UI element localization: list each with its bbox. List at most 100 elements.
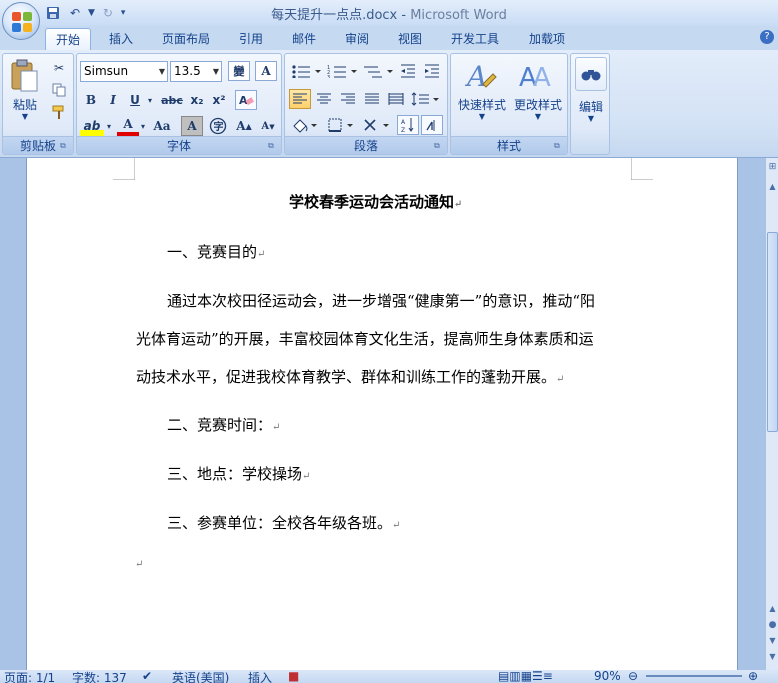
proofing-icon[interactable]: ✔ xyxy=(142,669,152,683)
align-right-icon[interactable] xyxy=(337,89,359,109)
document-title[interactable]: 学校春季运动会活动通知↵ xyxy=(289,191,462,212)
doc-heading-time[interactable]: 二、竞赛时间：↵ xyxy=(167,414,280,435)
clipboard-launcher-icon[interactable]: ⧉ xyxy=(60,141,70,151)
underline-dropdown-icon[interactable]: ▾ xyxy=(146,90,154,110)
font-launcher-icon[interactable]: ⧉ xyxy=(268,141,278,151)
font-name-dropdown-icon[interactable]: ▼ xyxy=(159,62,165,81)
cut-icon[interactable]: ✂ xyxy=(49,59,69,77)
multilevel-list-icon[interactable] xyxy=(361,61,395,81)
chinese-layout-icon[interactable] xyxy=(361,115,393,135)
scroll-up-icon[interactable]: ▲ xyxy=(767,182,778,196)
zoom-slider[interactable] xyxy=(646,675,742,677)
strikethrough-button[interactable]: abc xyxy=(159,90,185,110)
full-screen-reading-icon[interactable]: ▥ xyxy=(509,669,520,683)
copy-icon[interactable] xyxy=(49,81,69,99)
empty-paragraph[interactable]: ↵ xyxy=(135,553,143,571)
scroll-down-icon[interactable]: ▼ xyxy=(767,652,778,666)
save-icon[interactable] xyxy=(44,4,62,22)
font-name-combo[interactable]: Simsun ▼ xyxy=(80,61,168,82)
shrink-font-button[interactable]: A ▼ xyxy=(257,116,279,136)
doc-heading-participants[interactable]: 三、参赛单位：全校各年级各班。↵ xyxy=(167,512,400,533)
vertical-scrollbar[interactable]: ⊞ ▲ ▲ ● ▼ ▼ xyxy=(765,158,778,670)
tab-insert[interactable]: 插入 xyxy=(100,28,142,50)
bold-button[interactable]: B xyxy=(80,90,102,110)
change-styles-icon[interactable]: AA xyxy=(513,57,561,95)
tab-review[interactable]: 审阅 xyxy=(334,28,380,50)
doc-heading-purpose[interactable]: 一、竞赛目的↵ xyxy=(167,241,265,262)
superscript-button[interactable]: x² xyxy=(208,90,230,110)
browse-object-icon[interactable]: ● xyxy=(767,620,778,634)
decrease-indent-icon[interactable] xyxy=(397,61,419,81)
highlight-dropdown-icon[interactable]: ▾ xyxy=(105,116,113,136)
tab-developer[interactable]: 开发工具 xyxy=(440,28,510,50)
borders-icon[interactable] xyxy=(325,115,357,135)
language-status[interactable]: 英语(美国) xyxy=(172,669,229,683)
undo-dropdown-icon[interactable]: ▼ xyxy=(88,8,95,18)
enclose-characters-icon[interactable]: 字 xyxy=(207,116,229,136)
quick-styles-icon[interactable]: A xyxy=(457,57,505,95)
macro-record-icon[interactable]: ■ xyxy=(288,669,299,683)
paste-dropdown-icon[interactable]: ▼ xyxy=(7,112,43,121)
ruler-toggle-icon[interactable]: ⊞ xyxy=(767,162,778,176)
document-page[interactable]: 学校春季运动会活动通知↵ 一、竞赛目的↵ 通过本次校田径运动会，进一步增强“健康… xyxy=(26,158,738,670)
doc-paragraph-line-3[interactable]: 动技术水平，促进我校体育教学、群体和训练工作的蓬勃开展。↵ xyxy=(136,366,564,387)
tab-addins[interactable]: 加载项 xyxy=(518,28,576,50)
subscript-button[interactable]: x₂ xyxy=(186,90,208,110)
quick-styles-dropdown-icon[interactable]: ▼ xyxy=(453,112,511,121)
tab-view[interactable]: 视图 xyxy=(388,28,432,50)
character-border-button[interactable]: A xyxy=(255,61,277,81)
change-styles-dropdown-icon[interactable]: ▼ xyxy=(509,112,567,121)
tab-mailings[interactable]: 邮件 xyxy=(282,28,326,50)
numbering-icon[interactable]: 123 xyxy=(325,61,359,81)
clear-formatting-icon[interactable]: A xyxy=(235,90,257,110)
distributed-icon[interactable] xyxy=(385,89,407,109)
doc-heading-location[interactable]: 三、地点：学校操场↵ xyxy=(167,463,310,484)
zoom-level[interactable]: 90% xyxy=(594,669,621,683)
print-layout-icon[interactable]: ▤ xyxy=(498,669,509,683)
format-painter-icon[interactable] xyxy=(49,103,69,121)
customize-qat-icon[interactable]: ▾ xyxy=(121,8,126,18)
scroll-thumb[interactable] xyxy=(767,232,778,432)
tab-references[interactable]: 引用 xyxy=(228,28,274,50)
italic-button[interactable]: I xyxy=(102,90,124,110)
font-color-button[interactable]: A xyxy=(117,116,139,136)
underline-button[interactable]: U xyxy=(124,90,146,110)
previous-page-icon[interactable]: ▲ xyxy=(767,604,778,618)
sort-icon[interactable]: AZ xyxy=(397,115,419,135)
font-color-dropdown-icon[interactable]: ▾ xyxy=(139,116,147,136)
grow-font-button[interactable]: A ▲ xyxy=(233,116,255,136)
line-spacing-icon[interactable] xyxy=(409,89,441,109)
doc-paragraph-line-2[interactable]: 光体育运动”的开展，丰富校园体育文化生活，提高师生身体素质和运 xyxy=(136,328,594,349)
paragraph-launcher-icon[interactable]: ⧉ xyxy=(434,141,444,151)
justify-icon[interactable] xyxy=(361,89,383,109)
web-layout-icon[interactable]: ▦ xyxy=(521,669,532,683)
align-left-icon[interactable] xyxy=(289,89,311,109)
editing-dropdown-icon[interactable]: ▼ xyxy=(571,114,611,123)
doc-paragraph-line-1[interactable]: 通过本次校田径运动会，进一步增强“健康第一”的意识，推动“阳 xyxy=(167,290,595,311)
find-binoculars-icon[interactable] xyxy=(575,57,607,91)
outline-icon[interactable]: ☰ xyxy=(532,669,543,683)
draft-icon[interactable]: ≡ xyxy=(543,669,553,683)
help-icon[interactable]: ? xyxy=(760,30,774,44)
tab-page-layout[interactable]: 页面布局 xyxy=(152,28,220,50)
highlight-button[interactable]: ab xyxy=(80,116,104,136)
increase-indent-icon[interactable] xyxy=(421,61,443,81)
phonetic-guide-button[interactable]: 變 xyxy=(228,61,250,81)
shading-icon[interactable] xyxy=(289,115,321,135)
tab-home[interactable]: 开始 xyxy=(45,28,91,50)
change-case-button[interactable]: Aa xyxy=(149,116,175,136)
bullets-icon[interactable] xyxy=(289,61,323,81)
align-center-icon[interactable] xyxy=(313,89,335,109)
font-size-dropdown-icon[interactable]: ▼ xyxy=(213,62,219,81)
insert-mode-status[interactable]: 插入 xyxy=(248,669,272,683)
word-count[interactable]: 字数: 137 xyxy=(72,669,127,683)
page-count[interactable]: 页面: 1/1 xyxy=(4,669,55,683)
next-page-icon[interactable]: ▼ xyxy=(767,636,778,650)
paste-button[interactable]: 粘贴 xyxy=(7,96,43,113)
zoom-out-icon[interactable]: ⊖ xyxy=(628,669,638,683)
redo-icon[interactable]: ↻ xyxy=(99,4,117,22)
styles-launcher-icon[interactable]: ⧉ xyxy=(554,141,564,151)
show-marks-icon[interactable] xyxy=(421,115,443,135)
office-button[interactable] xyxy=(2,2,40,40)
font-size-combo[interactable]: 13.5 ▼ xyxy=(170,61,222,82)
